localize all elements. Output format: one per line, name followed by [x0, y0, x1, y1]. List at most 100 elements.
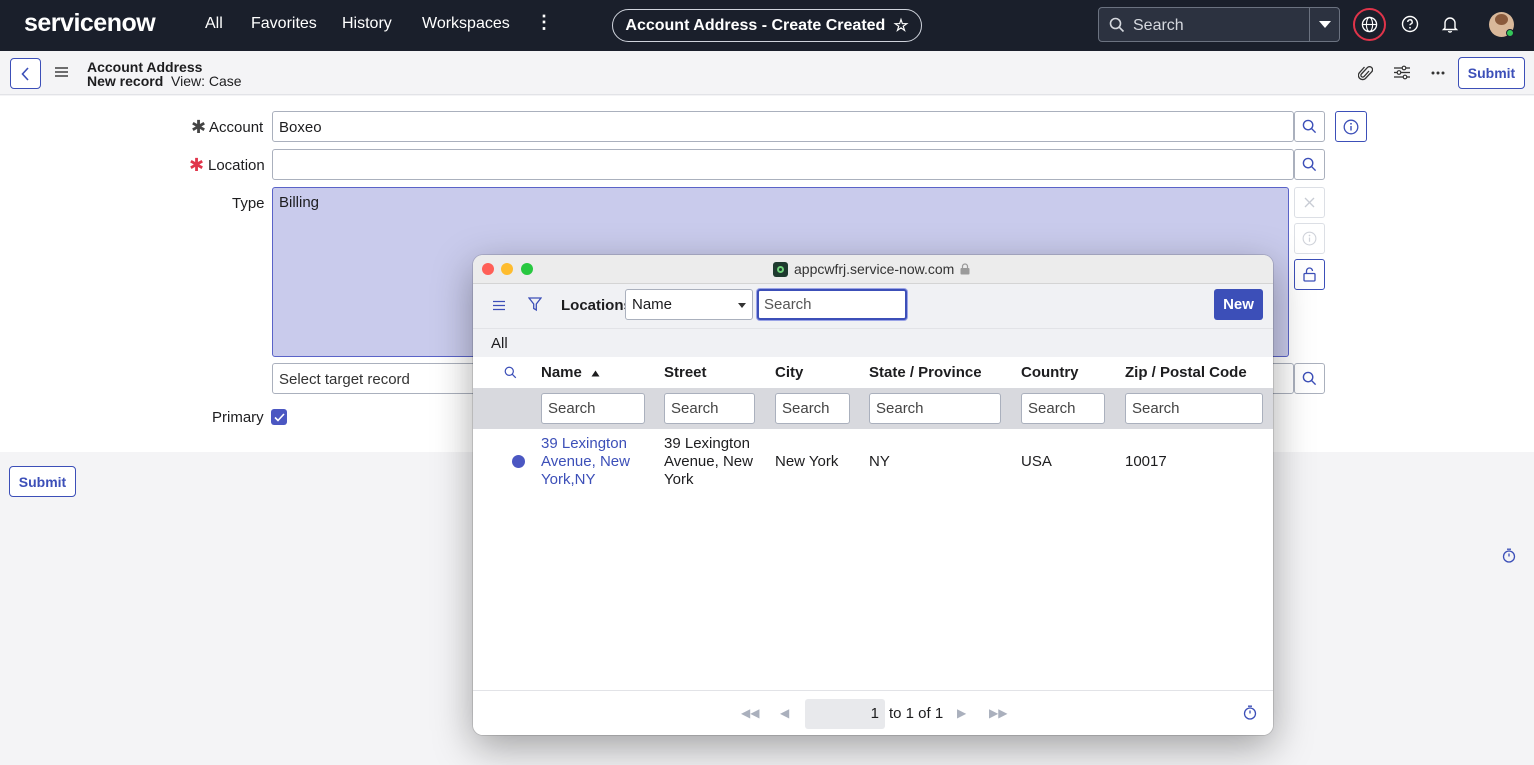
country-cell: USA: [1021, 453, 1052, 470]
column-filter-row: Search Search Search Search Search Searc…: [473, 388, 1273, 429]
search-icon: [1302, 119, 1317, 134]
help-icon[interactable]: [1401, 15, 1419, 33]
chevron-down-icon[interactable]: [1319, 21, 1331, 28]
star-icon[interactable]: ☆: [893, 16, 908, 36]
sort-ascending-icon: [591, 370, 600, 377]
record-preview-icon[interactable]: [512, 455, 525, 468]
type-label: Type: [232, 195, 265, 212]
pagination-bar: ◀◀ ◀ 1 to 1 of 1 ▶ ▶▶: [473, 690, 1273, 735]
chevron-left-icon: [20, 66, 29, 81]
city-column-search[interactable]: Search: [775, 393, 850, 424]
first-page-icon[interactable]: ◀◀: [741, 706, 759, 720]
last-page-icon[interactable]: ▶▶: [989, 706, 1007, 720]
submit-button[interactable]: Submit: [9, 466, 76, 497]
page-title-pill[interactable]: Account Address - Create Created ☆: [612, 9, 922, 42]
state-column-search[interactable]: Search: [869, 393, 1001, 424]
column-header-country[interactable]: Country: [1021, 364, 1079, 381]
next-page-icon[interactable]: ▶: [957, 706, 966, 720]
column-header-city[interactable]: City: [775, 364, 803, 381]
country-column-search[interactable]: Search: [1021, 393, 1105, 424]
account-info-button[interactable]: [1335, 111, 1367, 142]
more-vertical-icon[interactable]: ⋮: [535, 12, 553, 33]
account-field[interactable]: Boxeo: [272, 111, 1294, 142]
popup-toolbar: Locations Name Search New: [473, 284, 1273, 328]
search-icon: [1302, 371, 1317, 386]
location-field[interactable]: [272, 149, 1294, 180]
primary-label: Primary: [212, 409, 264, 426]
city-cell: New York: [775, 453, 839, 470]
record-state: New record: [87, 73, 164, 89]
page-title: Account Address - Create Created: [625, 16, 886, 34]
maximize-window-button[interactable]: [521, 263, 533, 275]
zip-column-search[interactable]: Search: [1125, 393, 1263, 424]
pagination-summary: to 1 of 1: [889, 705, 944, 722]
column-header-name[interactable]: Name: [541, 364, 600, 381]
menu-icon[interactable]: [493, 300, 505, 311]
name-column-search[interactable]: Search: [541, 393, 645, 424]
settings-sliders-icon[interactable]: [1394, 65, 1410, 80]
timer-icon[interactable]: [1502, 548, 1516, 563]
location-lookup-button[interactable]: [1294, 149, 1325, 180]
close-window-button[interactable]: [482, 263, 494, 275]
street-line: York: [664, 471, 694, 488]
lock-icon: [1303, 267, 1316, 282]
menu-icon[interactable]: [55, 66, 68, 78]
location-lookup-popup: appcwfrj.service-now.com Locations Name …: [473, 255, 1273, 735]
top-navigation-bar: servicenow All Favorites History Workspa…: [0, 0, 1534, 51]
lock-icon: [960, 263, 970, 275]
list-search-input[interactable]: Search: [757, 289, 907, 320]
filter-icon[interactable]: [528, 297, 542, 312]
servicenow-logo[interactable]: servicenow: [24, 9, 156, 38]
globe-icon[interactable]: [1353, 8, 1386, 41]
state-cell: NY: [869, 453, 890, 470]
name-line: 39 Lexington: [541, 435, 627, 452]
search-divider: [1309, 8, 1310, 41]
popup-url-text: appcwfrj.service-now.com: [794, 261, 955, 277]
bell-icon[interactable]: [1441, 15, 1459, 33]
checkmark-icon: [273, 412, 285, 422]
unlock-button[interactable]: [1294, 259, 1325, 290]
paperclip-icon[interactable]: [1358, 65, 1373, 82]
location-label: Location: [208, 157, 265, 174]
zip-cell: 10017: [1125, 453, 1167, 470]
previous-page-icon[interactable]: ◀: [780, 706, 789, 720]
target-lookup-button[interactable]: [1294, 363, 1325, 394]
close-icon: [1304, 197, 1315, 208]
more-horizontal-icon[interactable]: [1431, 71, 1445, 75]
required-indicator-red: ✱: [189, 155, 205, 175]
new-button[interactable]: New: [1214, 289, 1263, 320]
global-search[interactable]: Search: [1098, 7, 1340, 42]
global-search-input[interactable]: Search: [1133, 17, 1184, 35]
account-lookup-button[interactable]: [1294, 111, 1325, 142]
submit-button-header[interactable]: Submit: [1458, 57, 1525, 89]
account-label: Account: [209, 119, 264, 136]
column-header-street[interactable]: Street: [664, 364, 707, 381]
timer-icon[interactable]: [1243, 705, 1257, 720]
search-icon: [1302, 157, 1317, 172]
record-view: View: Case: [171, 73, 242, 89]
search-field-value: Name: [632, 296, 673, 313]
breadcrumb-all[interactable]: All: [491, 335, 508, 352]
type-info-button[interactable]: [1294, 223, 1325, 254]
street-line: Avenue, New: [664, 453, 753, 470]
street-column-search[interactable]: Search: [664, 393, 755, 424]
record-subtitle: New record View: Case: [87, 73, 242, 89]
nav-favorites[interactable]: Favorites: [251, 15, 317, 33]
nav-workspaces[interactable]: Workspaces: [422, 15, 510, 33]
minimize-window-button[interactable]: [501, 263, 513, 275]
column-header-state[interactable]: State / Province: [869, 364, 982, 381]
back-button[interactable]: [10, 58, 41, 89]
info-icon: [1343, 119, 1359, 134]
clear-type-button[interactable]: [1294, 187, 1325, 218]
primary-checkbox[interactable]: [271, 409, 287, 425]
page-number-input[interactable]: 1: [805, 699, 885, 729]
list-title: Locations: [561, 297, 632, 314]
search-icon[interactable]: [504, 366, 517, 379]
search-field-select[interactable]: Name: [625, 289, 753, 320]
nav-history[interactable]: History: [342, 15, 392, 33]
location-name-link[interactable]: 39 Lexington Avenue, New York,NY: [541, 435, 630, 489]
column-header-zip[interactable]: Zip / Postal Code: [1125, 364, 1247, 381]
nav-all[interactable]: All: [205, 15, 223, 33]
record-header: Account Address New record View: Case Su…: [0, 51, 1534, 95]
popup-title-bar: appcwfrj.service-now.com: [473, 255, 1273, 284]
